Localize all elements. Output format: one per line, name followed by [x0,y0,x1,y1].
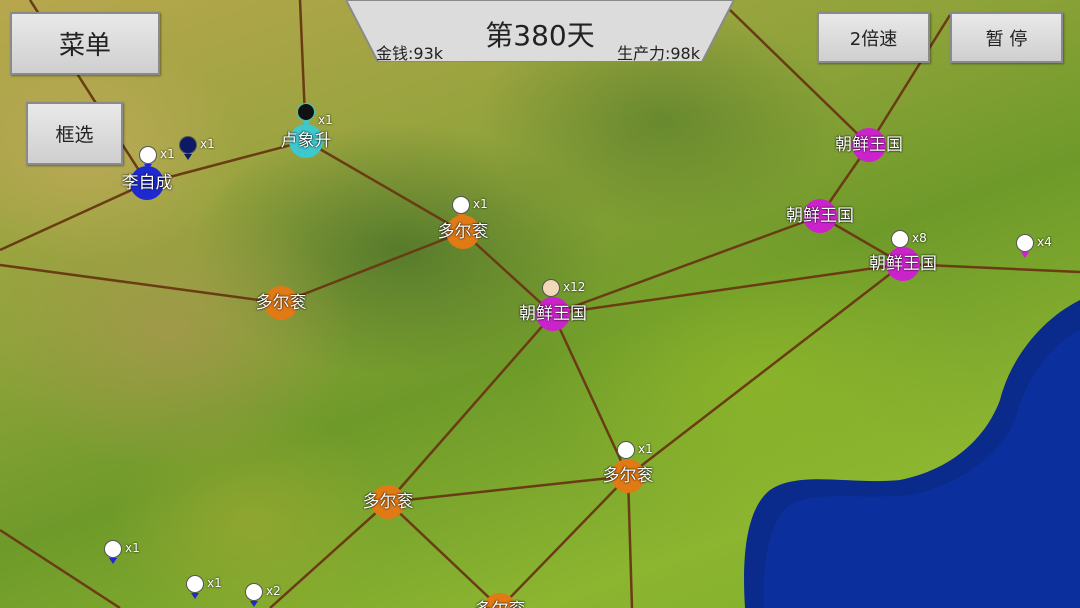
general-portrait-icon [617,441,635,459]
general-portrait-icon [245,583,263,601]
city-owner-label: 朝鲜王国 [835,135,903,155]
unit-pin-icon [302,121,310,127]
city-node[interactable]: 朝鲜王国 [835,128,903,162]
unit-count: x8 [912,231,927,245]
menu-button[interactable]: 菜单 [10,12,160,75]
general-portrait-icon [452,196,470,214]
unit-pin-icon [457,214,465,220]
unit-pin-icon [896,248,904,254]
army-unit[interactable]: x1 [104,540,140,564]
army-unit[interactable]: x1 [139,146,175,170]
general-portrait-icon [297,103,315,121]
pause-button-label: 暂 停 [985,28,1028,50]
unit-count: x1 [125,541,140,555]
city-owner-label: 多尔衮 [437,222,489,242]
speed-button-label: 2倍速 [849,28,898,50]
general-portrait-icon [542,279,560,297]
city-owner-label: 卢象升 [280,131,332,151]
unit-count: x4 [1037,235,1052,249]
army-unit[interactable]: x4 [1016,234,1052,258]
unit-count: x1 [318,113,333,127]
general-portrait-icon [179,136,197,154]
unit-pin-icon [622,459,630,465]
general-portrait-icon [1016,234,1034,252]
production-counter: 生产力:98k [616,44,700,63]
unit-count: x1 [207,576,222,590]
general-portrait-icon [891,230,909,248]
menu-button-label: 菜单 [58,31,111,61]
unit-count: x1 [473,197,488,211]
army-unit[interactable]: x2 [245,583,281,607]
box-select-button[interactable]: 框选 [26,102,123,165]
city-node[interactable]: 多尔衮 [256,286,307,320]
city-node[interactable]: 多尔衮 [438,215,489,249]
unit-pin-icon [184,154,192,160]
army-unit[interactable]: x12 [542,279,585,303]
unit-count: x2 [266,584,281,598]
city-node[interactable]: 多尔衮 [475,593,526,608]
city-owner-label: 李自成 [121,173,173,193]
box-select-button-label: 框选 [55,124,94,146]
unit-pin-icon [250,601,258,607]
unit-pin-icon [1021,252,1029,258]
general-portrait-icon [104,540,122,558]
city-owner-label: 朝鲜王国 [786,206,854,226]
pause-button[interactable]: 暂 停 [950,12,1063,63]
army-unit[interactable]: x1 [179,136,215,160]
army-unit[interactable]: x1 [617,441,653,465]
city-node[interactable]: 李自成 [122,166,173,200]
unit-pin-icon [109,558,117,564]
city-owner-label: 多尔衮 [475,595,526,608]
city-node[interactable]: 多尔衮 [363,485,414,519]
unit-count: x1 [638,442,653,456]
city-owner-label: 多尔衮 [362,492,414,512]
army-unit[interactable]: x1 [452,196,488,220]
army-unit[interactable]: x1 [186,575,222,599]
money-counter: 金钱:93k [376,44,444,63]
status-banner: 第380天 金钱:93k 生产力:98k [346,0,734,63]
game-map[interactable]: 李自成 卢象升 多尔衮 多尔衮 朝鲜王国 朝鲜王国 朝鲜王国 朝鲜王国 多尔衮 … [0,0,1080,608]
general-portrait-icon [186,575,204,593]
unit-count: x1 [160,147,175,161]
army-unit[interactable]: x8 [891,230,927,254]
unit-pin-icon [144,164,152,170]
speed-button[interactable]: 2倍速 [817,12,930,63]
unit-count: x1 [200,137,215,151]
unit-count: x12 [563,280,586,294]
city-node[interactable]: 卢象升 [281,124,332,158]
army-unit[interactable]: x1 [297,103,333,127]
unit-pin-icon [547,297,555,303]
city-owner-label: 多尔衮 [255,293,307,313]
unit-pin-icon [191,593,199,599]
city-node[interactable]: 朝鲜王国 [786,199,854,233]
general-portrait-icon [139,146,157,164]
